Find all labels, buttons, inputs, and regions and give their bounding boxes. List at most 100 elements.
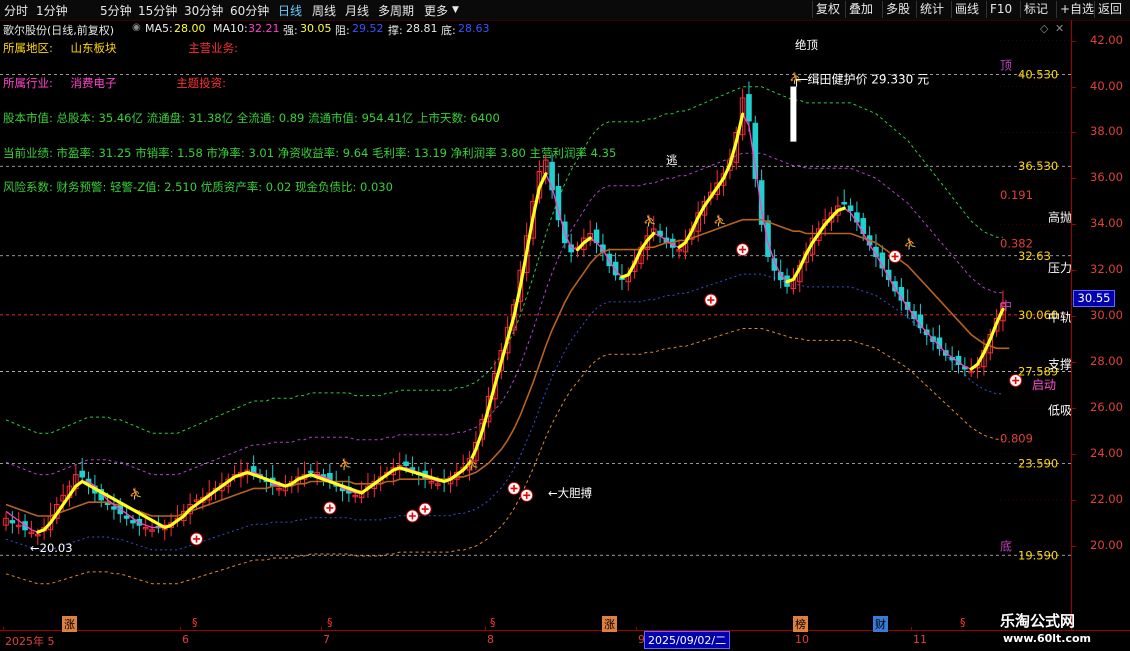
candle-body <box>390 467 397 476</box>
candle-body <box>625 274 632 283</box>
candle-body <box>66 485 73 499</box>
buy-circle <box>323 501 337 515</box>
candle-body <box>257 474 263 478</box>
right-annotation: 启动 <box>1032 378 1056 392</box>
price-tick <box>1071 224 1076 226</box>
event-marker-icon[interactable]: 榜 <box>793 616 808 632</box>
band-side-label: 中 <box>1000 298 1012 313</box>
period-tab-60min[interactable]: 60分钟 <box>230 2 269 19</box>
event-marker-icon[interactable]: 财 <box>873 616 888 632</box>
candle-body <box>631 260 638 272</box>
buy-plus <box>707 296 715 304</box>
event-marker-icon[interactable]: § <box>325 616 335 629</box>
candle-body <box>28 531 35 535</box>
period-tab-minute[interactable]: 分时 <box>4 2 28 19</box>
candle-body <box>822 219 828 226</box>
period-tab-15min[interactable]: 15分钟 <box>138 2 177 19</box>
buy-circle <box>888 249 902 263</box>
protect-price-unit: 元 <box>917 73 929 87</box>
statistics-button[interactable]: 统计 <box>916 1 947 18</box>
restore-rights-button[interactable]: 复权 <box>812 1 843 18</box>
candle-body <box>22 521 28 531</box>
period-tab-daily[interactable]: 日线 <box>278 2 302 19</box>
buy-signal-icon <box>418 502 432 516</box>
candle-body <box>244 469 251 476</box>
drawing-button[interactable]: 画线 <box>951 1 982 18</box>
event-marker-icon[interactable]: 涨 <box>62 616 77 632</box>
candle-body <box>34 533 41 537</box>
resist-value: 29.52 <box>352 22 384 35</box>
candle-body <box>41 526 47 532</box>
event-marker-icon[interactable]: § <box>190 616 200 629</box>
price-bands <box>5 86 1003 585</box>
candle-body <box>619 276 625 280</box>
candle-body <box>371 481 378 489</box>
candle-body <box>282 485 289 492</box>
fib-ratio-label: 0.382 <box>1000 236 1033 250</box>
event-marker-icon[interactable]: § <box>958 616 968 629</box>
candle-body <box>562 221 568 244</box>
event-marker-icon[interactable]: 涨 <box>602 616 617 632</box>
candle-body <box>111 506 117 510</box>
candle-body <box>250 466 257 473</box>
candle-body <box>809 237 816 255</box>
event-marker-icon[interactable]: § <box>488 616 498 629</box>
candle-body <box>587 233 594 241</box>
candle-body <box>161 524 168 531</box>
close-icon[interactable]: ✕ <box>1055 22 1064 35</box>
candle-body <box>98 489 105 501</box>
runner-icon: ⛹ <box>339 457 353 471</box>
kline-chart[interactable]: ⛹ ⛹ ⛹ ⛹ ⛹ ⛹ ⛹ 40.530 顶 36.530 32.63 30.060 中 27.589 2… <box>0 0 1130 650</box>
candle-body <box>727 159 733 171</box>
candle-body <box>54 504 60 519</box>
band-level-value: 40.530 <box>1018 67 1058 81</box>
period-tab-monthly[interactable]: 月线 <box>345 2 369 19</box>
candle-body <box>498 350 505 371</box>
ma5-value: 28.00 <box>174 22 206 35</box>
runner-icon: ⛹ <box>789 71 803 85</box>
candle-body <box>568 244 574 253</box>
fib-ratio-label: 0.809 <box>1000 432 1033 446</box>
price-tick-label: 34.00 <box>1090 216 1123 231</box>
diamond-icon[interactable]: ◇ <box>1040 22 1048 35</box>
period-tab-more[interactable]: 更多 <box>424 2 448 19</box>
candle-body <box>492 373 498 400</box>
candle-body <box>917 314 924 329</box>
right-annotation: 中轨 <box>1048 309 1072 324</box>
price-tick-label: 24.00 <box>1090 445 1123 460</box>
add-watchlist-button[interactable]: +自选 <box>1056 1 1097 18</box>
period-tab-weekly[interactable]: 周线 <box>312 2 336 19</box>
period-tab-1min[interactable]: 1分钟 <box>36 2 68 19</box>
multi-stock-button[interactable]: 多股 <box>882 1 913 18</box>
candle-body <box>346 486 352 494</box>
back-button[interactable]: 返回 <box>1094 1 1125 18</box>
candle-body <box>689 228 695 240</box>
candle-body <box>955 355 962 365</box>
price-tick-label: 22.00 <box>1090 491 1123 506</box>
period-tab-5min[interactable]: 5分钟 <box>100 2 132 19</box>
f10-button[interactable]: F10 <box>986 1 1015 18</box>
mark-button[interactable]: 标记 <box>1020 1 1051 18</box>
candle-body <box>447 476 454 485</box>
period-tab-multi[interactable]: 多周期 <box>378 2 414 19</box>
overlay-button[interactable]: 叠加 <box>845 1 876 18</box>
candle-body <box>523 235 530 274</box>
dropdown-circle-icon[interactable]: ◉ <box>132 22 141 33</box>
candle-body <box>327 473 333 483</box>
bottom-value: 28.63 <box>458 22 490 35</box>
period-tab-30min[interactable]: 30分钟 <box>184 2 223 19</box>
more-chevron-icon[interactable]: ▼ <box>452 5 459 15</box>
candle-body <box>866 235 873 246</box>
candle-body <box>746 94 752 122</box>
candle-body <box>993 317 1000 332</box>
buy-signal-icon <box>405 509 419 523</box>
candle-body <box>136 518 143 526</box>
band-upper-outer <box>5 86 1003 434</box>
buy-plus <box>421 505 429 513</box>
candle-body <box>860 218 867 235</box>
candle-body <box>981 350 987 368</box>
candle-body <box>638 246 644 264</box>
runner-icon: ⛹ <box>713 213 727 227</box>
candle-body <box>936 337 943 349</box>
candle-body <box>555 185 562 221</box>
